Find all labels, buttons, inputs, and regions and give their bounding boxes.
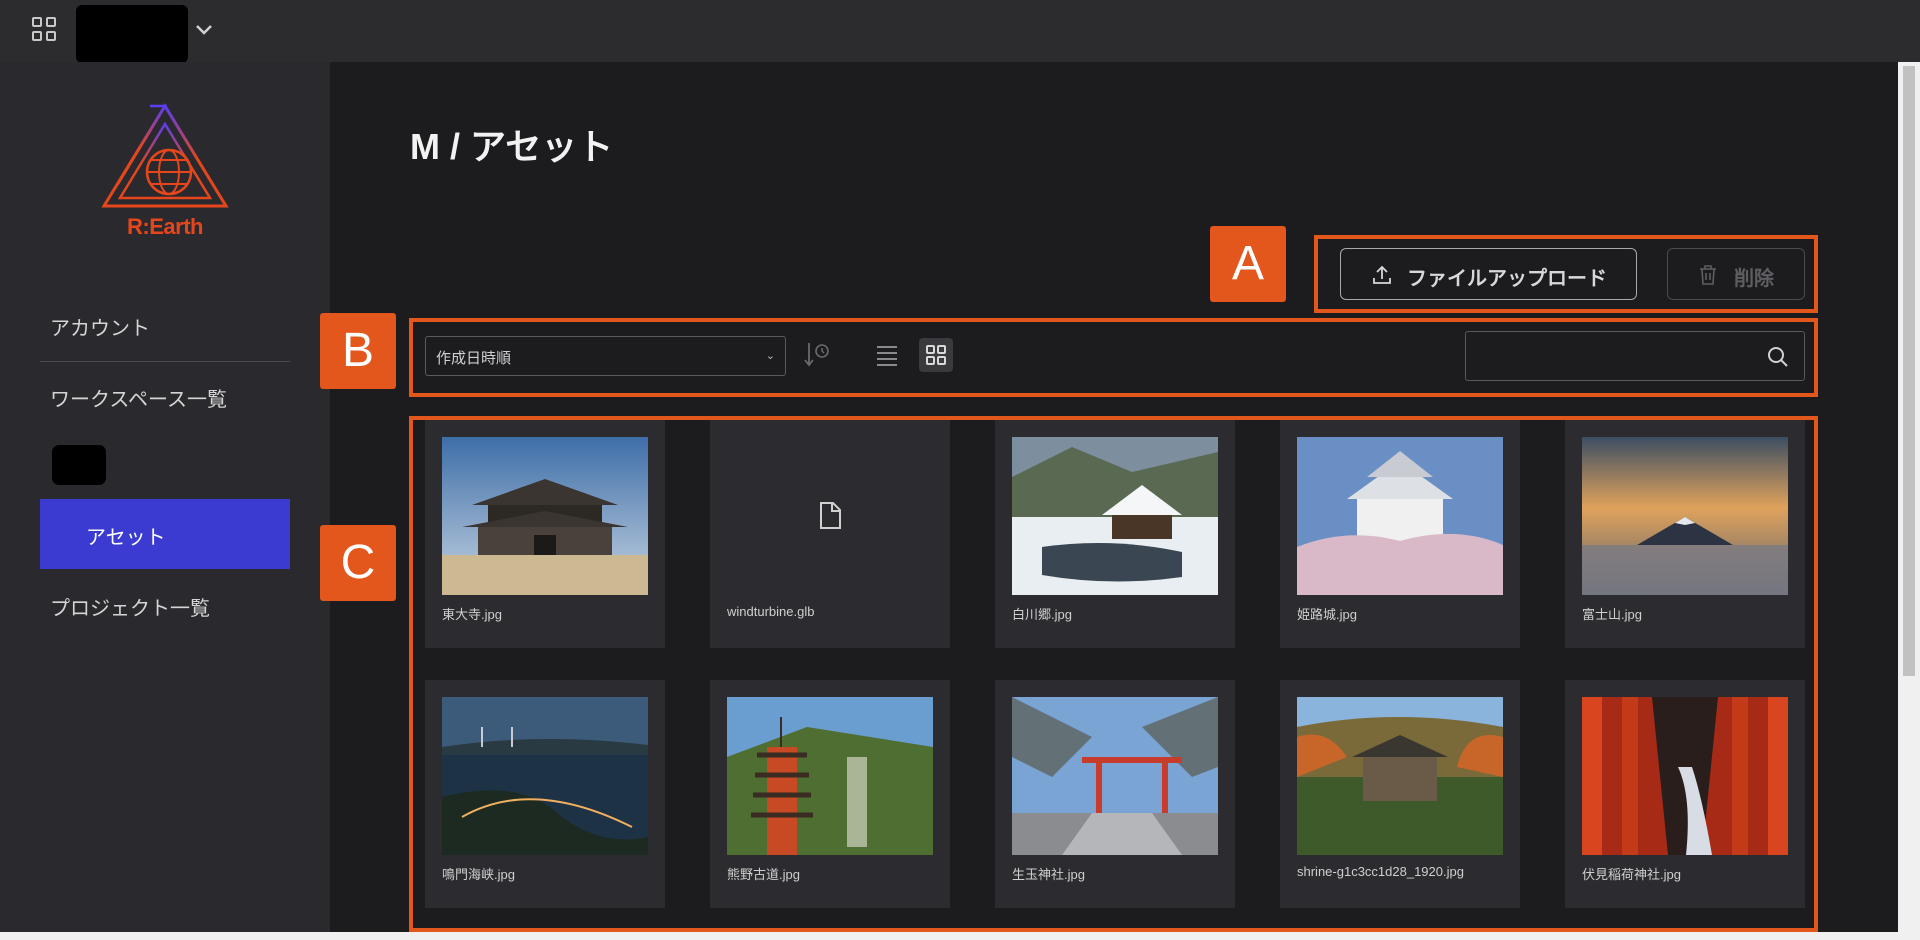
asset-card[interactable]: windturbine.glb: [710, 420, 950, 648]
sidebar-item-account[interactable]: アカウント: [50, 312, 150, 341]
asset-filename: 東大寺.jpg: [442, 607, 502, 622]
sort-order-clock-icon[interactable]: [802, 340, 832, 370]
workspace-selector-redacted[interactable]: [76, 5, 188, 63]
asset-filename: 富士山.jpg: [1582, 607, 1642, 622]
asset-filename: 鳴門海峡.jpg: [442, 867, 515, 882]
asset-filename: 生玉神社.jpg: [1012, 867, 1085, 882]
sidebar: R:Earth アカウント ワークスペース一覧 アセット プロジェクト一覧: [0, 62, 330, 940]
file-upload-button[interactable]: ファイルアップロード: [1340, 248, 1637, 300]
annotation-marker-a: A: [1210, 226, 1286, 302]
annotation-marker-c: C: [320, 525, 396, 601]
search-input[interactable]: [1465, 331, 1805, 381]
asset-filename: windturbine.glb: [727, 604, 815, 619]
asset-filename: 白川郷.jpg: [1012, 607, 1072, 622]
logo-mark-icon: [101, 103, 229, 208]
upload-icon: [1373, 265, 1391, 284]
page-scrollbar[interactable]: [1898, 62, 1920, 932]
asset-card[interactable]: 熊野古道.jpg: [710, 680, 950, 908]
logo-text: R:Earth: [127, 214, 203, 239]
delete-button-label: 削除: [1734, 268, 1774, 290]
sidebar-item-workspaces[interactable]: ワークスペース一覧: [50, 383, 227, 412]
sidebar-item-projects[interactable]: プロジェクト一覧: [50, 592, 210, 621]
sidebar-item-label: アセット: [86, 527, 166, 549]
asset-thumbnail-village: [1012, 437, 1218, 595]
asset-filename: shrine-g1c3cc1d28_1920.jpg: [1297, 864, 1464, 879]
chevron-down-icon: ⌄: [765, 349, 775, 362]
sidebar-item-assets[interactable]: アセット: [40, 499, 290, 569]
asset-card[interactable]: 東大寺.jpg: [425, 420, 665, 648]
asset-card[interactable]: 姫路城.jpg: [1280, 420, 1520, 648]
asset-card[interactable]: 鳴門海峡.jpg: [425, 680, 665, 908]
asset-card[interactable]: shrine-g1c3cc1d28_1920.jpg: [1280, 680, 1520, 908]
list-view-icon[interactable]: [872, 340, 902, 370]
asset-thumbnail-pagoda: [727, 697, 933, 855]
delete-button[interactable]: 削除: [1667, 248, 1805, 300]
scrollbar-thumb[interactable]: [1903, 66, 1915, 676]
asset-thumbnail-temple: [442, 437, 648, 595]
annotation-marker-b: B: [320, 313, 396, 389]
search-icon[interactable]: [1766, 345, 1790, 369]
chevron-down-icon[interactable]: [194, 20, 214, 40]
sort-select-value: 作成日時順: [436, 350, 512, 367]
file-icon: [820, 502, 841, 529]
workspace-avatar-redacted[interactable]: [52, 445, 106, 485]
asset-card[interactable]: 富士山.jpg: [1565, 420, 1805, 648]
asset-thumbnail-mountain: [1582, 437, 1788, 595]
upload-button-label: ファイルアップロード: [1407, 268, 1607, 290]
trash-icon: [1700, 265, 1716, 285]
asset-thumbnail-shrine: [1012, 697, 1218, 855]
reearth-logo[interactable]: R:Earth: [98, 102, 232, 252]
asset-thumbnail-castle: [1297, 437, 1503, 595]
asset-card[interactable]: 生玉神社.jpg: [995, 680, 1235, 908]
asset-thumbnail-torii-gates: [1582, 697, 1788, 855]
asset-card[interactable]: 白川郷.jpg: [995, 420, 1235, 648]
app-menu-grid-icon[interactable]: [32, 17, 58, 43]
asset-filename: 姫路城.jpg: [1297, 607, 1357, 622]
sidebar-divider: [40, 361, 290, 362]
window-bottom-edge: [0, 932, 1920, 940]
asset-card[interactable]: 伏見稲荷神社.jpg: [1565, 680, 1805, 908]
asset-thumbnail-shrine-garden: [1297, 697, 1503, 855]
top-bar: [0, 0, 1920, 63]
sort-select[interactable]: 作成日時順 ⌄: [425, 336, 786, 376]
grid-view-button[interactable]: [919, 338, 953, 372]
asset-thumbnail-bridge: [442, 697, 648, 855]
asset-filename: 伏見稲荷神社.jpg: [1582, 867, 1681, 882]
asset-filename: 熊野古道.jpg: [727, 867, 800, 882]
grid-view-icon: [926, 345, 946, 365]
page-title: M / アセット: [410, 126, 614, 167]
